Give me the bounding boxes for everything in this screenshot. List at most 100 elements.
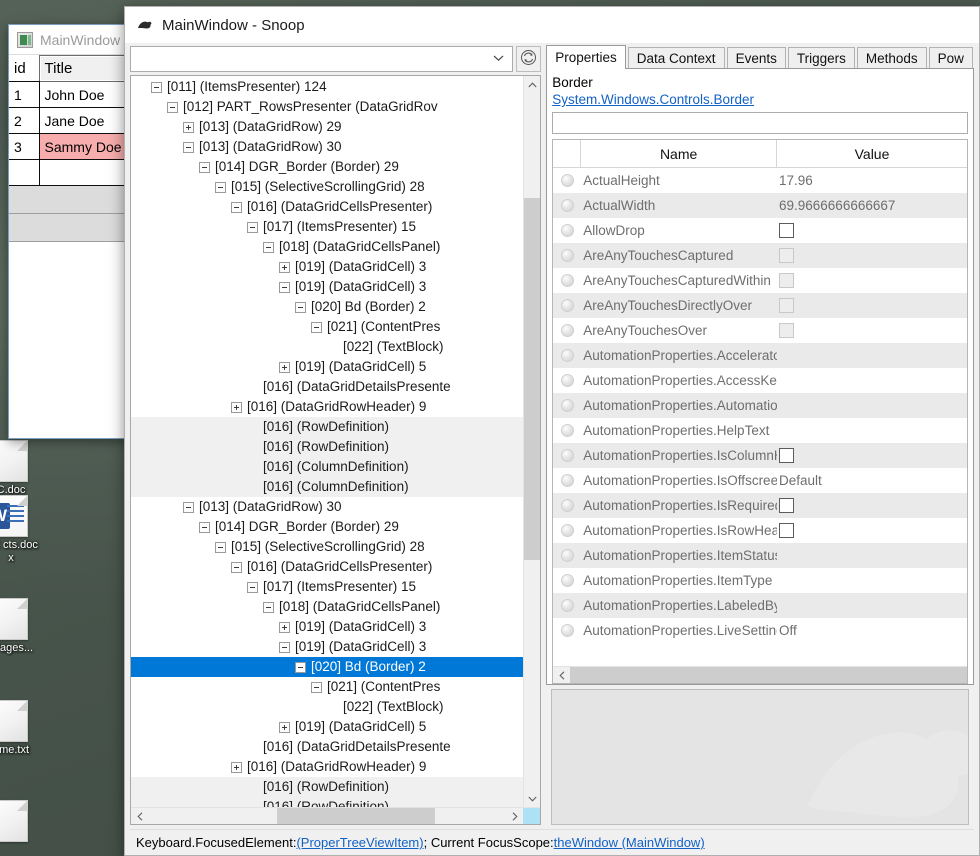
tree-item[interactable]: [022] (TextBlock) (131, 697, 523, 717)
property-checkbox[interactable] (779, 498, 794, 514)
tree-item[interactable]: [020] Bd (Border) 2 (131, 297, 523, 317)
property-row[interactable]: AutomationProperties.LabeledBy (553, 593, 967, 618)
tree-item[interactable]: [022] (TextBlock) (131, 337, 523, 357)
tree-item[interactable]: [013] (DataGridRow) 29 (131, 117, 523, 137)
collapse-icon[interactable] (295, 301, 306, 313)
property-value[interactable] (777, 298, 967, 314)
datagrid-row[interactable]: 1 John Doe (9, 81, 127, 108)
datagrid-row[interactable]: 2 Jane Doe (9, 107, 127, 134)
pages-file-icon[interactable]: rPages... (0, 598, 40, 655)
datagrid-row[interactable] (9, 159, 127, 186)
collapse-icon[interactable] (295, 661, 306, 673)
statusbar-focused-element-link[interactable]: (ProperTreeViewItem) (296, 835, 423, 850)
property-value[interactable]: 17.96 (777, 173, 967, 188)
property-row[interactable]: AutomationProperties.Automationlı (553, 393, 967, 418)
chevron-down-icon[interactable] (489, 53, 508, 65)
tree-item[interactable]: [016] (DataGridCellsPresenter) (131, 197, 523, 217)
visual-tree[interactable]: [011] (ItemsPresenter) 124 [012] PART_Row… (131, 76, 524, 807)
property-col-header-value[interactable]: Value (777, 140, 967, 167)
element-filter-combobox[interactable] (130, 46, 514, 72)
expand-icon[interactable] (231, 401, 242, 413)
property-filter-input[interactable] (552, 112, 968, 134)
mainwindow-app-window[interactable]: MainWindow id Title 1 John Doe 2 Jane Doe 3 S… (8, 24, 128, 439)
collapse-icon[interactable] (279, 281, 290, 293)
tree-item[interactable]: [016] (DataGridDetailsPresente (131, 737, 523, 757)
tree-vscroll-thumb[interactable] (524, 197, 541, 560)
datagrid-cell-title[interactable] (38, 159, 127, 186)
property-row[interactable]: ActualHeight 17.96 (553, 168, 967, 193)
tree-item[interactable]: [016] (RowDefinition) (131, 417, 524, 437)
collapse-icon[interactable] (263, 241, 274, 253)
tree-item-selected[interactable]: [020] Bd (Border) 2 (131, 657, 524, 677)
property-scroll-left-icon[interactable] (553, 667, 570, 683)
property-checkbox[interactable] (779, 223, 794, 239)
property-row[interactable]: AutomationProperties.IsRequiredFo (553, 493, 967, 518)
datagrid-cell-title[interactable]: Jane Doe (38, 107, 127, 134)
snoop-window[interactable]: MainWindow - Snoop [011] (ItemsPresenter… (124, 6, 980, 856)
property-row[interactable]: AutomationProperties.LiveSetting Off (553, 618, 967, 643)
tree-item[interactable]: [014] DGR_Border (Border) 29 (131, 157, 523, 177)
datagrid-cell-id[interactable] (9, 159, 40, 186)
property-value[interactable] (777, 323, 967, 339)
mainwindow-datagrid[interactable]: id Title 1 John Doe 2 Jane Doe 3 Sammy Doe (9, 55, 127, 186)
tree-item[interactable]: [019] (DataGridCell) 3 (131, 637, 523, 657)
tree-item[interactable]: [018] (DataGridCellsPanel) (131, 237, 523, 257)
collapse-icon[interactable] (183, 141, 194, 153)
expand-icon[interactable] (279, 361, 290, 373)
collapse-icon[interactable] (215, 181, 226, 193)
tree-item[interactable]: [016] (DataGridCellsPresenter) (131, 557, 523, 577)
tree-item[interactable]: [012] PART_RowsPresenter (DataGridRov (131, 97, 523, 117)
collapse-icon[interactable] (167, 101, 178, 113)
collapse-icon[interactable] (263, 601, 274, 613)
collapse-icon[interactable] (247, 221, 258, 233)
property-value[interactable] (777, 248, 967, 264)
datagrid-cell-id[interactable]: 2 (9, 107, 40, 134)
tab-triggers[interactable]: Triggers (787, 47, 855, 69)
tree-scroll-up-icon[interactable] (524, 76, 541, 93)
property-row[interactable]: AutomationProperties.IsOffscreenBı Defaul… (553, 468, 967, 493)
tree-item[interactable]: [016] (DataGridDetailsPresente (131, 377, 523, 397)
tab-pow[interactable]: Pow (928, 47, 973, 69)
property-row[interactable]: AreAnyTouchesOver (553, 318, 967, 343)
tree-hscroll-track[interactable] (148, 808, 506, 824)
tree-hscroll-thumb[interactable] (276, 808, 435, 824)
collapse-icon[interactable] (215, 541, 226, 553)
datagrid-col-header-title[interactable]: Title (38, 55, 127, 82)
collapse-icon[interactable] (199, 521, 210, 533)
property-row[interactable]: ActualWidth 69.9666666666667 (553, 193, 967, 218)
tree-item[interactable]: [018] (DataGridCellsPanel) (131, 597, 523, 617)
tree-item[interactable]: [021] (ContentPres (131, 677, 523, 697)
collapse-icon[interactable] (183, 501, 194, 513)
property-row[interactable]: AutomationProperties.AccessKey (553, 368, 967, 393)
tree-vscroll-track[interactable] (524, 93, 541, 790)
tab-data-context[interactable]: Data Context (627, 47, 725, 69)
property-row[interactable]: AreAnyTouchesCaptured (553, 243, 967, 268)
datagrid-row[interactable]: 3 Sammy Doe (9, 133, 127, 160)
tab-methods[interactable]: Methods (856, 47, 927, 69)
expand-icon[interactable] (279, 621, 290, 633)
collapse-icon[interactable] (151, 81, 162, 93)
datagrid-col-header-id[interactable]: id (9, 55, 39, 82)
tree-item[interactable]: [019] (DataGridCell) 3 (131, 257, 523, 277)
tree-item[interactable]: [016] (DataGridRowHeader) 9 (131, 757, 523, 777)
tree-item[interactable]: [019] (DataGridCell) 3 (131, 277, 523, 297)
property-row[interactable]: AutomationProperties.AcceleratorKı (553, 343, 967, 368)
tree-item[interactable]: [017] (ItemsPresenter) 15 (131, 217, 523, 237)
tree-item[interactable]: [015] (SelectiveScrollingGrid) 28 (131, 537, 523, 557)
property-row[interactable]: AllowDrop (553, 218, 967, 243)
property-value[interactable] (777, 498, 967, 514)
tab-events[interactable]: Events (726, 47, 786, 69)
tree-scroll-left-icon[interactable] (131, 808, 148, 824)
collapse-icon[interactable] (247, 581, 258, 593)
expand-icon[interactable] (279, 721, 290, 733)
tree-item[interactable]: [017] (ItemsPresenter) 15 (131, 577, 523, 597)
statusbar-focus-scope-link[interactable]: theWindow (MainWindow) (554, 835, 705, 850)
property-hscroll-thumb[interactable] (570, 667, 967, 683)
property-col-header-name[interactable]: Name (581, 140, 777, 167)
tree-item[interactable]: [014] DGR_Border (Border) 29 (131, 517, 523, 537)
datagrid-cell-title[interactable]: Sammy Doe (38, 133, 127, 160)
property-grid-rows[interactable]: ActualHeight 17.96 ActualWidth 69.966666666… (553, 168, 967, 666)
property-value[interactable] (777, 448, 967, 464)
datagrid-cell-id[interactable]: 1 (9, 81, 40, 108)
tree-item[interactable]: [016] (ColumnDefinition) (131, 457, 524, 477)
